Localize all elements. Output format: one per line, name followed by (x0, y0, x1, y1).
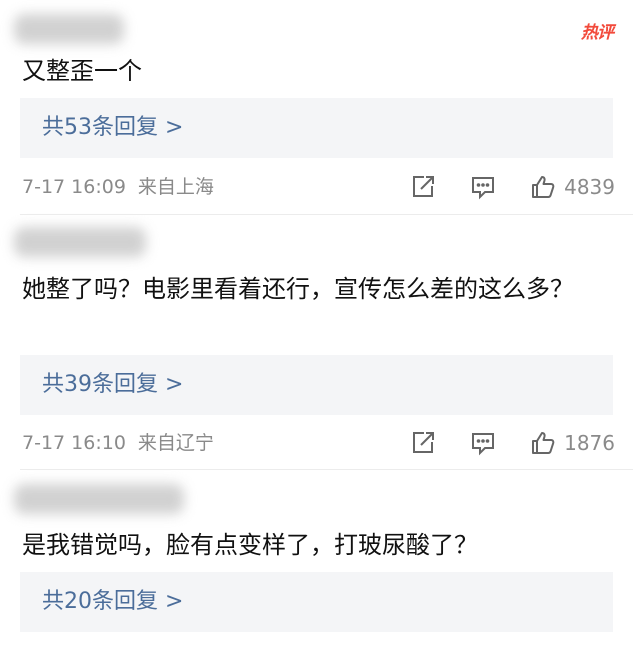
comment-text: 是我错觉吗，脸有点变样了，打玻尿酸了？ (22, 531, 478, 559)
comment-date: 7-17 16:09 (22, 176, 126, 198)
view-replies-link[interactable]: 共39条回复 > (42, 370, 183, 400)
comment-actions: 1876 (410, 428, 615, 458)
like-count: 4839 (564, 175, 615, 199)
share-icon[interactable] (410, 174, 436, 200)
reply-suffix: 条回复 > (92, 589, 184, 614)
view-replies-link[interactable]: 共20条回复 > (42, 587, 183, 617)
reply-prefix: 共 (42, 372, 65, 397)
comment-text: 她整了吗？电影里看着还行，宣传怎么差的这么多？ (22, 275, 574, 303)
reply-suffix: 条回复 > (92, 115, 184, 140)
comment-meta: 7-17 16:09 来自上海 (22, 172, 214, 202)
reply-summary-box[interactable]: 共20条回复 > (20, 572, 613, 632)
reply-count: 53 (64, 115, 93, 140)
share-icon[interactable] (410, 430, 436, 456)
comment-location: 来自辽宁 (137, 432, 214, 454)
comment-text: 又整歪一个 (22, 57, 142, 85)
reply-prefix: 共 (42, 589, 65, 614)
reply-prefix: 共 (42, 115, 65, 140)
comment-location: 来自上海 (137, 176, 214, 198)
like-icon[interactable] (530, 430, 556, 456)
reply-summary-box[interactable]: 共53条回复 > (20, 98, 613, 158)
reply-suffix: 条回复 > (92, 372, 184, 397)
comment-item-1: 热评 又整歪一个 共53条回复 > 7-17 16:09 来自上海 4839 (0, 0, 633, 215)
comment-actions: 4839 (410, 172, 615, 202)
blurred-username (14, 227, 146, 257)
reply-count: 20 (64, 589, 93, 614)
comment-item-2: 她整了吗？电影里看着还行，宣传怎么差的这么多？ 共39条回复 > 7-17 16… (0, 215, 633, 470)
reply-summary-box[interactable]: 共39条回复 > (20, 355, 613, 415)
comment-icon[interactable] (470, 174, 496, 200)
comment-icon[interactable] (470, 430, 496, 456)
like-icon[interactable] (530, 174, 556, 200)
comment-date: 7-17 16:10 (22, 432, 126, 454)
blurred-username (14, 14, 124, 44)
hot-comment-badge: 热评 (581, 23, 614, 43)
reply-count: 39 (64, 372, 93, 397)
comment-meta: 7-17 16:10 来自辽宁 (22, 428, 214, 458)
like-count: 1876 (564, 431, 615, 455)
view-replies-link[interactable]: 共53条回复 > (42, 113, 183, 143)
comment-item-3: 是我错觉吗，脸有点变样了，打玻尿酸了？ 共20条回复 > (0, 470, 633, 649)
blurred-username (14, 484, 184, 514)
